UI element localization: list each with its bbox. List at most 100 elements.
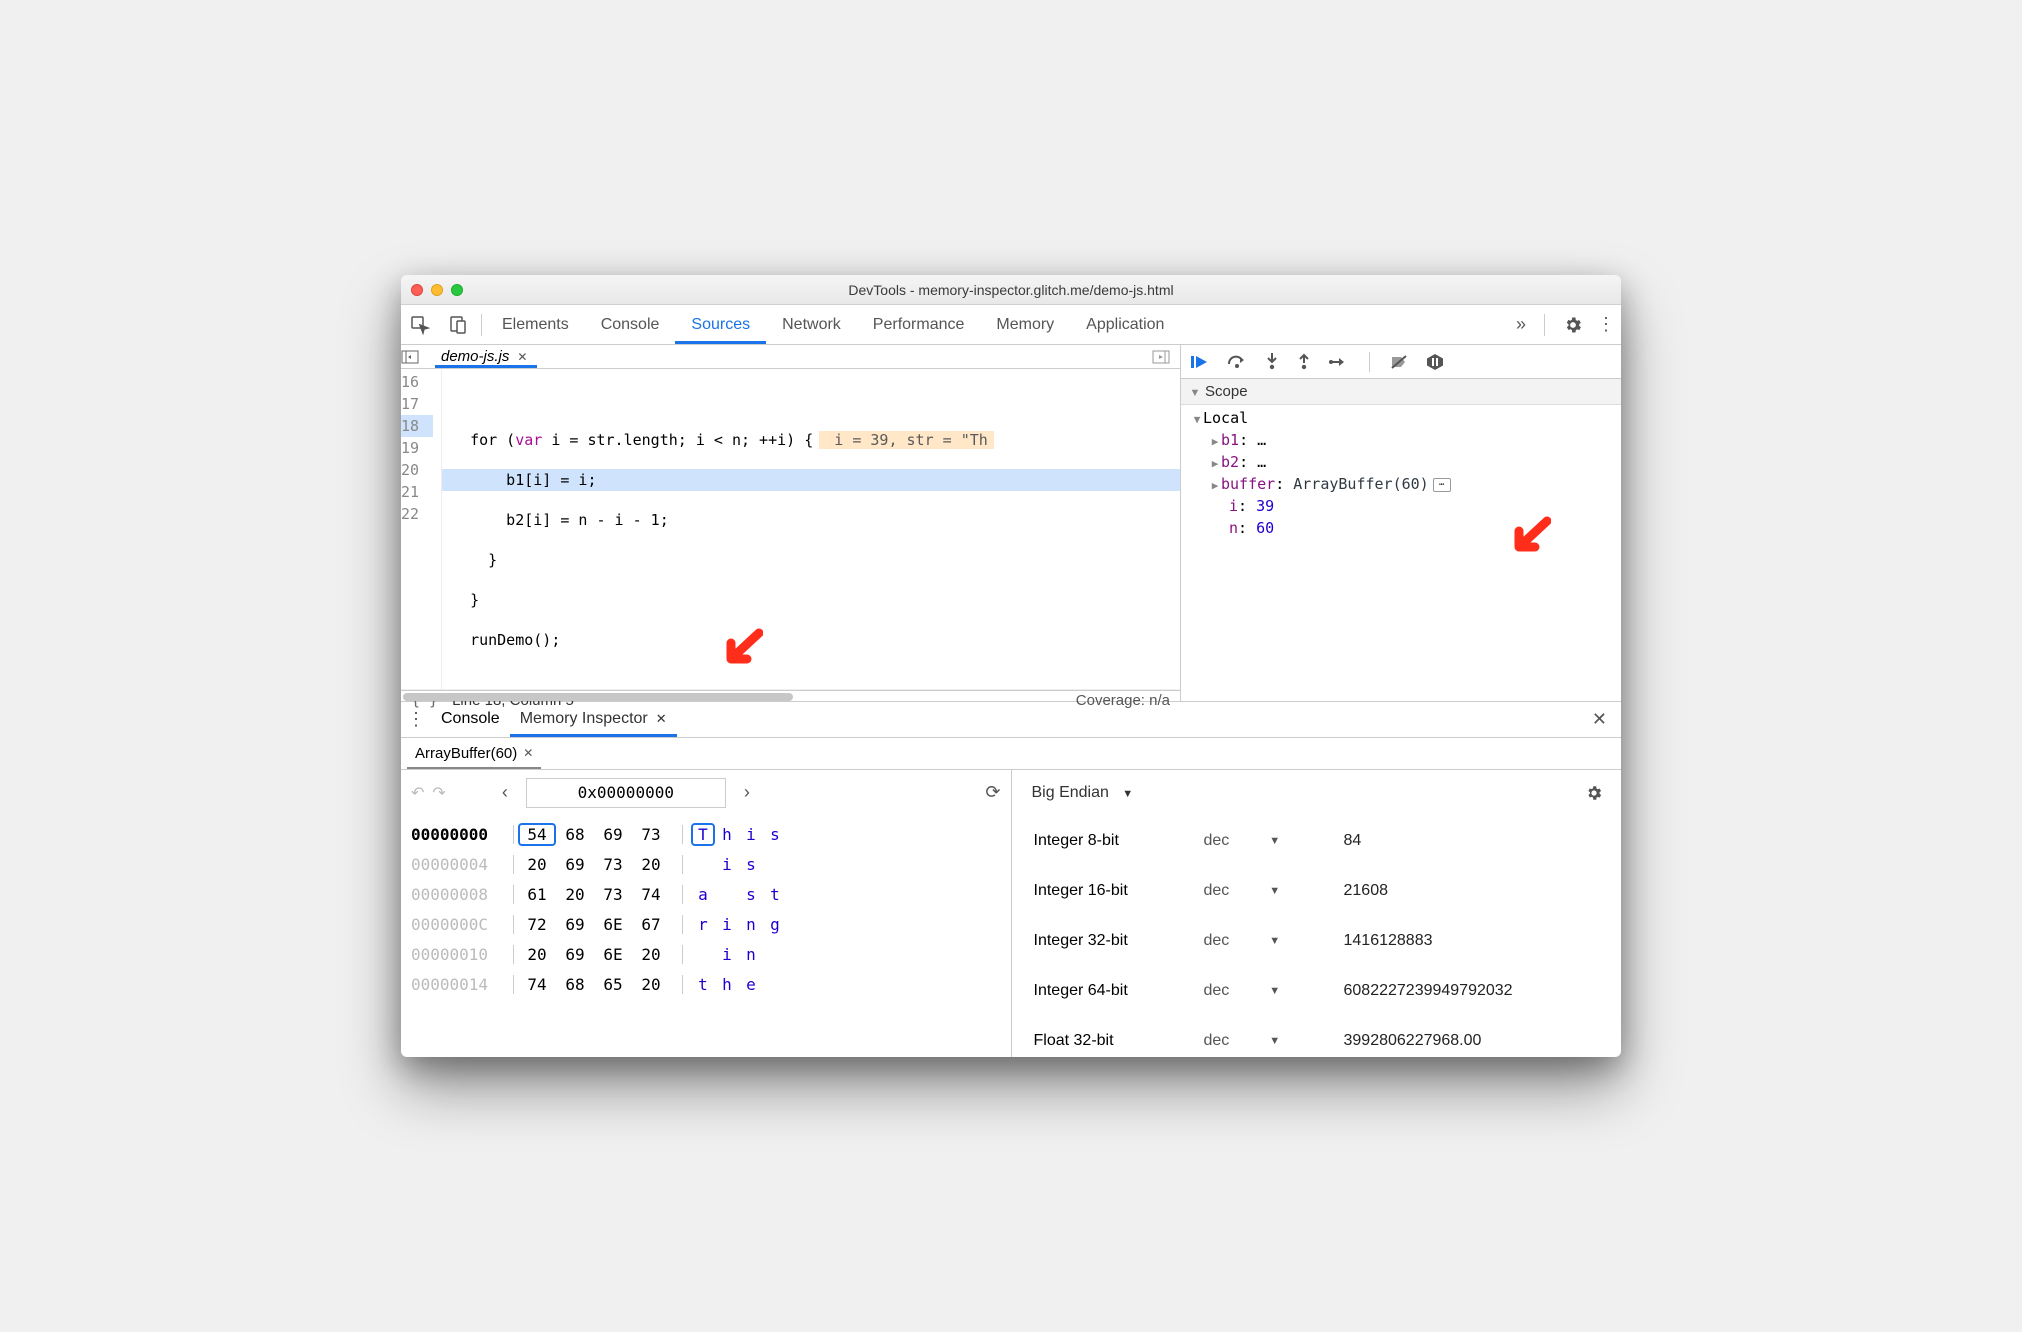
scope-local[interactable]: ▼Local [1181,407,1621,429]
hex-table[interactable]: 0000000054686973This0000000420697320 is … [401,816,1011,1004]
hex-byte[interactable]: 68 [558,825,592,844]
hex-byte[interactable]: 73 [596,885,630,904]
tab-application[interactable]: Application [1070,305,1180,344]
ascii-char[interactable]: a [693,885,713,904]
step-into-icon[interactable] [1265,353,1279,371]
settings-gear-icon[interactable] [1563,315,1583,335]
hex-byte[interactable]: 54 [520,825,554,844]
scope-var-b2[interactable]: ▶b2: … [1181,451,1621,473]
ascii-char[interactable]: t [765,885,785,904]
hex-byte[interactable]: 20 [520,855,554,874]
ascii-char[interactable] [765,945,785,964]
debugger-toggle-icon[interactable] [1152,350,1180,364]
hex-byte[interactable]: 67 [634,915,668,934]
tab-console[interactable]: Console [585,305,676,344]
address-input[interactable] [526,778,726,808]
ascii-char[interactable]: g [765,915,785,934]
prev-page-icon[interactable]: ‹ [492,782,518,803]
redo-icon[interactable]: ↷ [432,783,445,803]
ascii-char[interactable]: i [717,945,737,964]
device-toolbar-icon[interactable] [439,315,477,335]
hex-byte[interactable]: 20 [634,855,668,874]
tab-elements[interactable]: Elements [486,305,585,344]
ascii-char[interactable]: h [717,975,737,994]
tab-network[interactable]: Network [766,305,857,344]
ascii-char[interactable]: i [717,915,737,934]
ascii-char[interactable] [765,855,785,874]
hex-byte[interactable]: 20 [634,975,668,994]
ascii-char[interactable] [693,945,713,964]
hex-byte[interactable]: 68 [558,975,592,994]
hex-byte[interactable]: 73 [634,825,668,844]
deactivate-breakpoints-icon[interactable] [1390,354,1408,370]
hex-byte[interactable]: 73 [596,855,630,874]
reveal-in-memory-icon[interactable]: ⋯ [1433,478,1451,492]
ascii-char[interactable]: s [741,855,761,874]
file-tab-demo-js[interactable]: demo-js.js ✕ [435,345,537,368]
scope-var-buffer[interactable]: ▶buffer: ArrayBuffer(60)⋯ [1181,473,1621,495]
hex-byte[interactable]: 20 [558,885,592,904]
ascii-char[interactable]: i [741,825,761,844]
ascii-char[interactable]: s [741,885,761,904]
drawer-menu-icon[interactable]: ⋮ [401,709,431,730]
hex-byte[interactable]: 20 [634,945,668,964]
hex-byte[interactable]: 74 [520,975,554,994]
undo-icon[interactable]: ↶ [411,783,424,803]
close-file-tab-icon[interactable]: ✕ [517,350,527,364]
step-out-icon[interactable] [1297,353,1311,371]
hex-byte[interactable]: 65 [596,975,630,994]
ascii-char[interactable]: n [741,915,761,934]
value-format-select[interactable]: dec▼ [1204,932,1344,950]
value-format-select[interactable]: dec▼ [1204,882,1344,900]
kebab-menu-icon[interactable]: ⋮ [1597,314,1613,335]
endianness-select[interactable]: Big Endian ▼ [1022,784,1134,802]
hex-byte[interactable]: 69 [558,945,592,964]
scope-var-b1[interactable]: ▶b1: … [1181,429,1621,451]
ascii-char[interactable] [717,885,737,904]
memory-tab-arraybuffer[interactable]: ArrayBuffer(60) ✕ [407,738,541,769]
refresh-icon[interactable]: ⟳ [985,782,1000,803]
close-drawer-icon[interactable]: ✕ [1592,709,1621,730]
code-editor[interactable]: 16 17 18 19 20 21 22 for (var i = str.le… [401,369,1180,689]
ascii-char[interactable]: h [717,825,737,844]
ascii-char[interactable]: s [765,825,785,844]
more-tabs-icon[interactable]: » [1516,314,1526,335]
step-over-icon[interactable] [1227,355,1247,369]
hex-byte[interactable]: 72 [520,915,554,934]
hex-byte[interactable]: 6E [596,915,630,934]
ascii-char[interactable] [765,975,785,994]
hex-byte[interactable]: 20 [520,945,554,964]
hex-byte[interactable]: 61 [520,885,554,904]
next-page-icon[interactable]: › [734,782,760,803]
ascii-char[interactable]: T [693,825,713,844]
resume-icon[interactable] [1191,354,1209,370]
ascii-char[interactable]: i [717,855,737,874]
tab-sources[interactable]: Sources [675,305,766,344]
pause-on-exceptions-icon[interactable] [1426,353,1444,371]
tab-memory[interactable]: Memory [980,305,1070,344]
value-format-select[interactable]: dec▼ [1204,1032,1344,1050]
close-drawer-tab-icon[interactable]: ✕ [656,711,667,727]
navigator-toggle-icon[interactable] [401,350,435,364]
hex-row: 0000000420697320 is [411,850,1011,880]
step-icon[interactable] [1329,355,1349,369]
horizontal-scrollbar[interactable] [401,689,1180,690]
interpreted-value: 84 [1344,832,1362,850]
ascii-char[interactable]: e [741,975,761,994]
ascii-char[interactable]: t [693,975,713,994]
close-memory-tab-icon[interactable]: ✕ [523,746,533,760]
hex-byte[interactable]: 74 [634,885,668,904]
tab-performance[interactable]: Performance [857,305,981,344]
ascii-char[interactable]: n [741,945,761,964]
hex-byte[interactable]: 69 [596,825,630,844]
hex-byte[interactable]: 69 [558,855,592,874]
inspect-element-icon[interactable] [401,315,439,335]
ascii-char[interactable]: r [693,915,713,934]
ascii-char[interactable] [693,855,713,874]
value-format-select[interactable]: dec▼ [1204,832,1344,850]
value-format-select[interactable]: dec▼ [1204,982,1344,1000]
hex-byte[interactable]: 6E [596,945,630,964]
hex-byte[interactable]: 69 [558,915,592,934]
scope-section-header[interactable]: ▼Scope [1181,379,1621,405]
value-settings-icon[interactable] [1585,784,1611,802]
